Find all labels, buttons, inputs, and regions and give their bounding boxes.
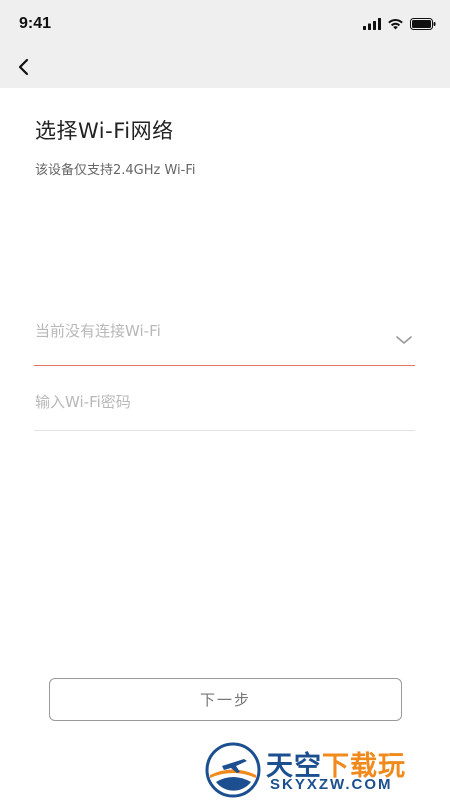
nav-bar <box>0 48 450 88</box>
chevron-left-icon <box>18 58 29 76</box>
status-time: 9:41 <box>19 15 52 32</box>
status-bar: 9:41 <box>0 0 450 48</box>
wifi-icon <box>388 18 403 30</box>
wifi-select-placeholder: 当前没有连接Wi-Fi <box>35 322 161 340</box>
wifi-network-select[interactable]: 当前没有连接Wi-Fi <box>34 310 415 366</box>
chevron-down-icon[interactable] <box>395 334 413 346</box>
wifi-password-input[interactable] <box>34 384 405 420</box>
next-button[interactable]: 下一步 <box>49 678 402 721</box>
page-subtitle: 该设备仅支持2.4GHz Wi-Fi <box>35 163 196 178</box>
watermark-url: SKYXZW.COM <box>270 776 393 793</box>
watermark: 天空下载玩 SKYXZW.COM <box>204 742 448 798</box>
page-title: 选择Wi-Fi网络 <box>35 119 174 143</box>
back-button[interactable] <box>12 52 38 82</box>
signal-icon <box>363 18 381 30</box>
status-icons <box>363 16 436 32</box>
watermark-logo-icon <box>205 742 261 798</box>
battery-icon <box>410 18 436 30</box>
password-field-container <box>34 378 415 431</box>
